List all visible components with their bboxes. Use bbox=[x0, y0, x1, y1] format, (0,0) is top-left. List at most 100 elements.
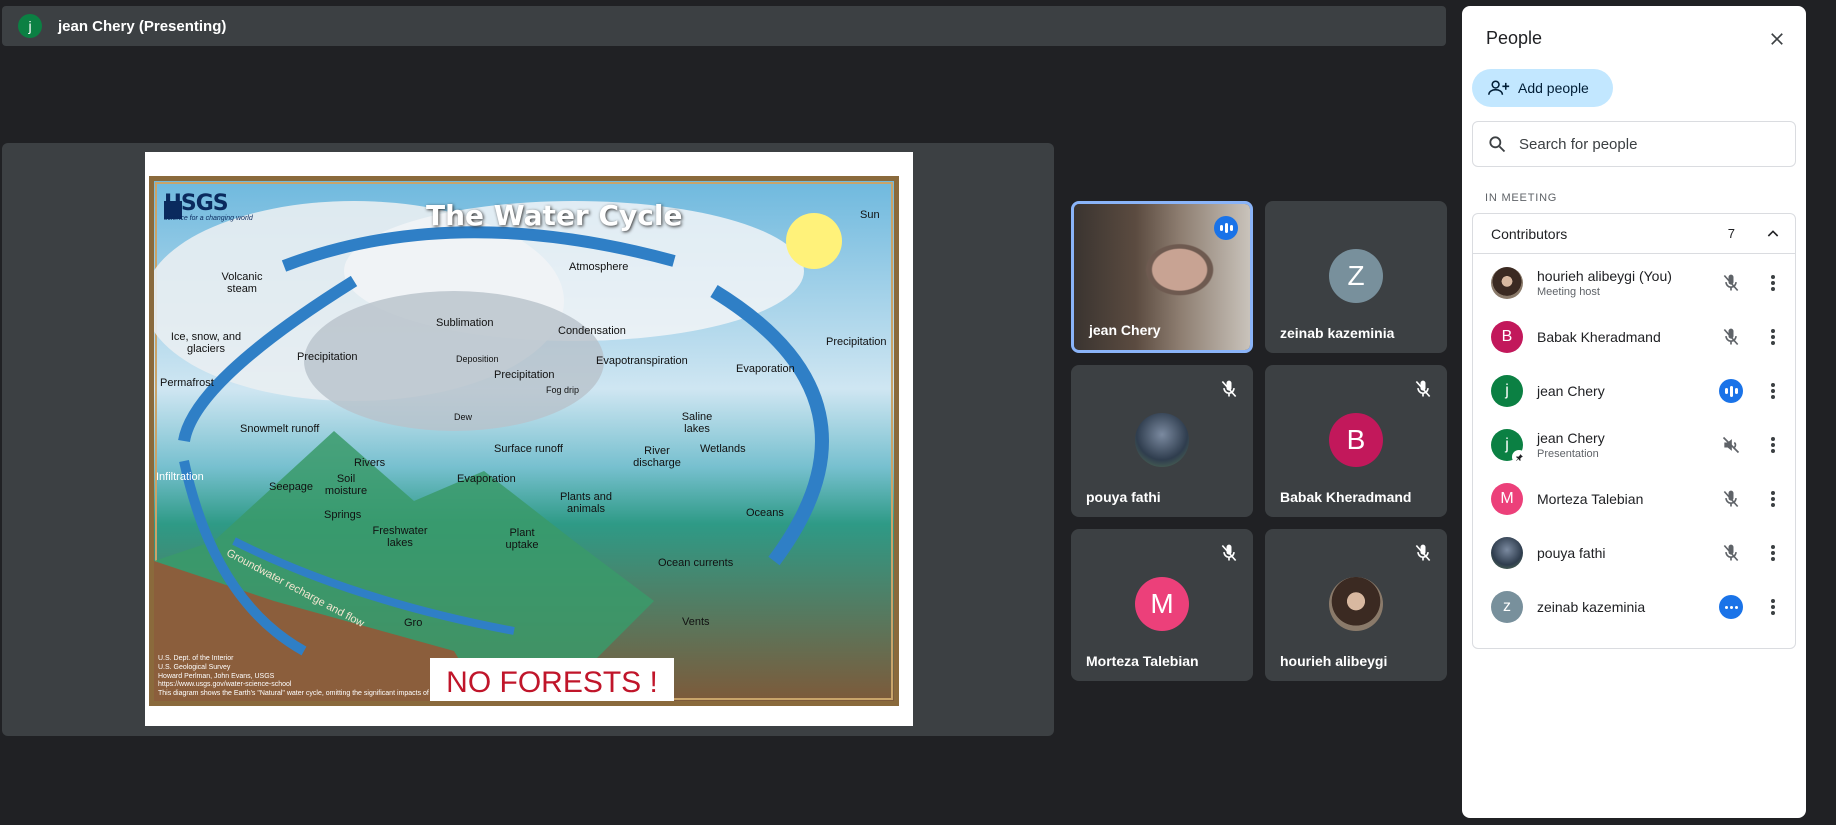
participant-row[interactable]: z zeinab kazeminia bbox=[1473, 580, 1795, 634]
tile-hourieh-alibeygi[interactable]: hourieh alibeygi bbox=[1265, 529, 1447, 681]
section-heading: IN MEETING bbox=[1485, 192, 1558, 204]
mic-status[interactable] bbox=[1717, 539, 1745, 567]
speaking-icon bbox=[1719, 379, 1743, 403]
mic-off-icon bbox=[1221, 544, 1237, 562]
more-options-button[interactable] bbox=[1759, 269, 1787, 297]
mic-off-icon bbox=[1415, 380, 1431, 398]
participant-name: zeinab kazeminia bbox=[1537, 599, 1646, 615]
more-options-button[interactable] bbox=[1759, 485, 1787, 513]
more-options-button[interactable] bbox=[1759, 323, 1787, 351]
label-dew: Dew bbox=[454, 412, 473, 422]
add-people-button[interactable]: Add people bbox=[1472, 69, 1613, 107]
tile-name: Morteza Talebian bbox=[1086, 653, 1199, 669]
mic-off-icon bbox=[1723, 544, 1739, 562]
avatar-letter: j bbox=[1505, 436, 1509, 453]
label-ice: Ice, snow, and glaciers bbox=[170, 331, 242, 356]
mic-status[interactable] bbox=[1717, 323, 1745, 351]
chevron-up-icon[interactable] bbox=[1765, 226, 1781, 242]
diagram-artwork bbox=[154, 201, 842, 701]
more-vert-icon bbox=[1771, 599, 1775, 615]
participant-role: Meeting host bbox=[1537, 286, 1600, 298]
avatar: Z bbox=[1329, 249, 1383, 303]
avatar: B bbox=[1491, 321, 1523, 353]
label-volcanic: Volcanic steam bbox=[221, 271, 263, 296]
status-indicator[interactable] bbox=[1717, 593, 1745, 621]
label-evaporation-mid: Evaporation bbox=[457, 473, 516, 485]
label-precip-left: Precipitation bbox=[297, 351, 358, 363]
group-label: Contributors bbox=[1491, 225, 1568, 242]
mic-off-icon bbox=[1221, 380, 1237, 398]
credit-line: This diagram shows the Earth's "Natural"… bbox=[158, 690, 429, 697]
more-vert-icon bbox=[1771, 437, 1775, 453]
water-cycle-diagram: USGS science for a changing world The Wa… bbox=[149, 176, 899, 706]
close-button[interactable] bbox=[1762, 24, 1792, 54]
label-freshwater: Freshwater lakes bbox=[372, 525, 428, 550]
mic-status[interactable] bbox=[1717, 269, 1745, 297]
label-permafrost: Permafrost bbox=[160, 377, 214, 389]
panel-title: People bbox=[1486, 28, 1543, 48]
participant-row[interactable]: j jean Chery Presentation bbox=[1473, 418, 1795, 472]
participant-row[interactable]: M Morteza Talebian bbox=[1473, 472, 1795, 526]
usgs-logo: USGS bbox=[164, 191, 229, 216]
participant-name: Morteza Talebian bbox=[1537, 491, 1644, 507]
tile-pouya-fathi[interactable]: pouya fathi bbox=[1071, 365, 1253, 517]
add-person-icon bbox=[1488, 80, 1510, 95]
participant-name: Babak Kheradmand bbox=[1537, 329, 1661, 345]
mic-off-icon bbox=[1723, 490, 1739, 508]
credit-line: Howard Perlman, John Evans, USGS bbox=[158, 672, 275, 680]
avatar: j bbox=[1491, 429, 1526, 464]
mic-status[interactable] bbox=[1717, 485, 1745, 513]
credit-line: U.S. Geological Survey bbox=[158, 663, 231, 671]
participant-row[interactable]: hourieh alibeygi (You) Meeting host bbox=[1473, 256, 1795, 310]
label-plants: Plants and animals bbox=[560, 491, 612, 516]
more-options-button[interactable] bbox=[1759, 539, 1787, 567]
label-saline: Saline lakes bbox=[681, 411, 713, 436]
participant-name: jean Chery bbox=[1537, 383, 1605, 399]
search-input[interactable] bbox=[1519, 135, 1769, 153]
participant-row[interactable]: pouya fathi bbox=[1473, 526, 1795, 580]
tile-jean-chery[interactable]: jean Chery bbox=[1071, 201, 1253, 353]
avatar bbox=[1491, 537, 1523, 569]
contributors-header[interactable]: Contributors 7 bbox=[1473, 214, 1795, 254]
avatar bbox=[1329, 577, 1383, 631]
tile-name: jean Chery bbox=[1089, 322, 1161, 338]
more-vert-icon bbox=[1771, 275, 1775, 291]
pin-icon bbox=[1512, 450, 1526, 464]
more-vert-icon bbox=[1771, 329, 1775, 345]
label-seepage: Seepage bbox=[269, 481, 314, 493]
label-infiltration: Infiltration bbox=[156, 471, 204, 483]
more-vert-icon bbox=[1771, 383, 1775, 399]
more-options-button[interactable] bbox=[1759, 377, 1787, 405]
tile-name: pouya fathi bbox=[1086, 489, 1161, 505]
label-evaporation-right: Evaporation bbox=[736, 363, 795, 375]
search-box[interactable] bbox=[1472, 121, 1796, 167]
tile-babak-kheradmand[interactable]: B Babak Kheradmand bbox=[1265, 365, 1447, 517]
label-oceans: Oceans bbox=[746, 507, 784, 519]
tile-name: zeinab kazeminia bbox=[1280, 325, 1395, 341]
participant-name: jean Chery bbox=[1537, 430, 1605, 446]
avatar: z bbox=[1491, 591, 1523, 623]
label-soil: Soil moisture bbox=[324, 473, 368, 498]
mic-off-icon bbox=[1723, 328, 1739, 346]
more-options-button[interactable] bbox=[1759, 593, 1787, 621]
participant-role: Presentation bbox=[1537, 448, 1599, 460]
speaking-icon bbox=[1214, 216, 1238, 240]
usgs-tagline: science for a changing world bbox=[164, 215, 253, 222]
mic-off-icon bbox=[1415, 544, 1431, 562]
mic-status[interactable] bbox=[1717, 377, 1745, 405]
more-options-button[interactable] bbox=[1759, 431, 1787, 459]
audio-status[interactable] bbox=[1717, 431, 1745, 459]
label-sublimation: Sublimation bbox=[436, 317, 494, 329]
participant-row[interactable]: j jean Chery bbox=[1473, 364, 1795, 418]
label-river-discharge: River discharge bbox=[633, 445, 681, 470]
label-springs: Springs bbox=[324, 509, 362, 521]
avatar: M bbox=[1135, 577, 1189, 631]
tile-zeinab-kazeminia[interactable]: Z zeinab kazeminia bbox=[1265, 201, 1447, 353]
tile-name: hourieh alibeygi bbox=[1280, 653, 1388, 669]
tile-morteza-talebian[interactable]: M Morteza Talebian bbox=[1071, 529, 1253, 681]
add-people-label: Add people bbox=[1518, 80, 1589, 96]
participant-row[interactable]: B Babak Kheradmand bbox=[1473, 310, 1795, 364]
slide-title: The Water Cycle bbox=[426, 199, 683, 232]
slide-credits: U.S. Dept. of the Interior U.S. Geologic… bbox=[158, 655, 429, 699]
participant-name: hourieh alibeygi (You) bbox=[1537, 268, 1672, 284]
